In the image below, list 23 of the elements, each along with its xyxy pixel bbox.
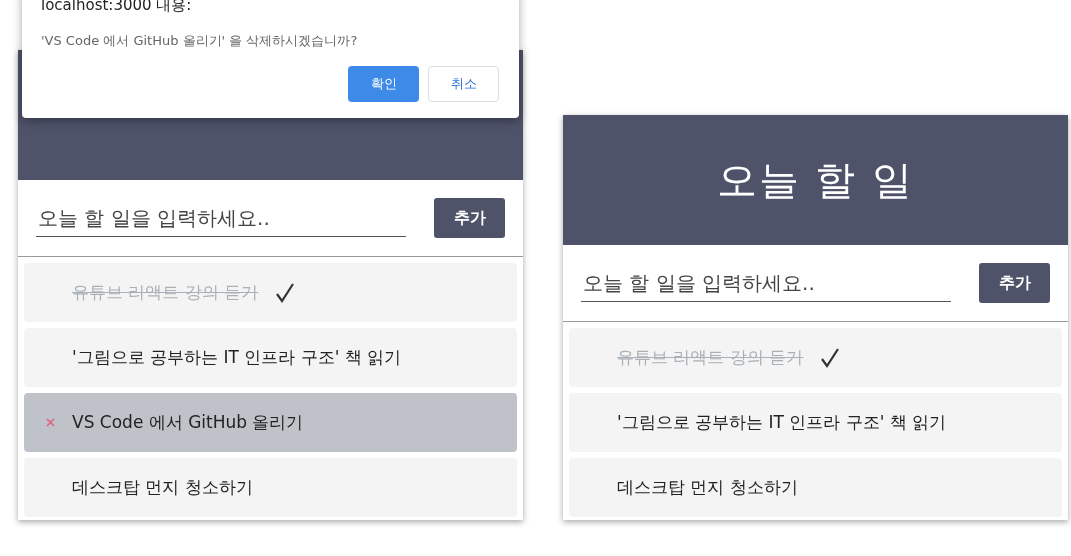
todo-input[interactable]: 오늘 할 일을 입력하세요.. (581, 264, 951, 302)
check-icon (276, 282, 295, 303)
todo-item[interactable]: 데스크탑 먼지 청소하기 (569, 458, 1062, 517)
delete-icon[interactable] (46, 418, 55, 427)
check-icon (821, 347, 840, 368)
todo-item[interactable]: '그림으로 공부하는 IT 인프라 구조' 책 읽기 (569, 393, 1062, 452)
add-button[interactable]: 추가 (979, 263, 1050, 303)
add-button[interactable]: 추가 (434, 198, 505, 238)
todo-item[interactable]: '그림으로 공부하는 IT 인프라 구조' 책 읽기 (24, 328, 517, 387)
cancel-button[interactable]: 취소 (428, 66, 499, 102)
todo-item[interactable]: 데스크탑 먼지 청소하기 (24, 458, 517, 517)
app-title: 오늘 할 일 (716, 155, 915, 205)
dialog-message: 'VS Code 에서 GitHub 올리기' 을 삭제하시겠습니까? (41, 32, 359, 50)
todo-text: 유튜브 리액트 강의 듣기 (72, 281, 259, 304)
todo-text: VS Code 에서 GitHub 올리기 (72, 411, 304, 434)
todo-text: 유튜브 리액트 강의 듣기 (617, 346, 804, 369)
confirm-button[interactable]: 확인 (348, 66, 419, 102)
todo-text: 데스크탑 먼지 청소하기 (72, 476, 253, 499)
todo-item[interactable]: VS Code 에서 GitHub 올리기 (24, 393, 517, 452)
todo-input[interactable]: 오늘 할 일을 입력하세요.. (36, 199, 406, 237)
todo-text: '그림으로 공부하는 IT 인프라 구조' 책 읽기 (72, 346, 402, 369)
todo-text: '그림으로 공부하는 IT 인프라 구조' 책 읽기 (617, 411, 947, 434)
todo-text: 데스크탑 먼지 청소하기 (617, 476, 798, 499)
